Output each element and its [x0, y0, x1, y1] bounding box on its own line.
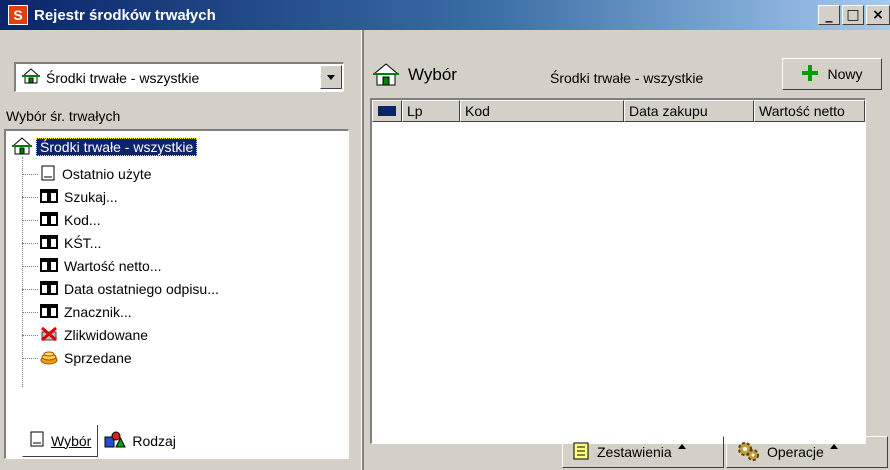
tree-item-label: Znacznik...	[64, 304, 132, 320]
home-icon	[372, 62, 400, 89]
zestawienia-label: Zestawienia	[597, 444, 672, 460]
binoculars-icon	[40, 211, 58, 229]
operacje-label: Operacje	[767, 444, 824, 460]
chevron-up-icon	[829, 443, 838, 449]
tree-line	[22, 265, 38, 267]
document-icon	[40, 165, 56, 184]
tree-root-label: Środki trwałe - wszystkie	[36, 138, 198, 156]
combo-value: Środki trwałe - wszystkie	[46, 69, 200, 86]
window-title: Rejestr środków trwałych	[34, 6, 216, 24]
tree-item-data-odpisu[interactable]: Data ostatniego odpisu...	[22, 278, 219, 300]
app-icon: S	[8, 5, 28, 25]
tab-label: Wybór	[51, 432, 92, 449]
tree-item-label: Sprzedane	[64, 350, 132, 366]
tree-line	[22, 196, 38, 198]
chevron-down-icon	[327, 74, 335, 80]
tree-line	[22, 173, 38, 175]
plus-icon	[801, 64, 819, 85]
category-combo[interactable]: Środki trwałe - wszystkie	[14, 62, 344, 92]
binoculars-icon	[40, 303, 58, 321]
binoculars-icon	[40, 280, 58, 298]
tree-line	[22, 219, 38, 221]
tree-line	[22, 311, 38, 313]
right-panel: Wybór Środki trwałe - wszystkie Nowy Lp …	[364, 30, 890, 470]
title-bar[interactable]: S Rejestr środków trwałych _ □ ×	[0, 0, 890, 30]
column-header-kod[interactable]: Kod	[460, 100, 624, 122]
tree-item-wartosc-netto[interactable]: Wartość netto...	[22, 255, 162, 277]
shapes-icon	[104, 431, 127, 452]
tree-item-kst[interactable]: KŚT...	[22, 232, 101, 254]
maximize-button[interactable]: □	[842, 5, 864, 25]
tree-label: Wybór śr. trwałych	[6, 108, 121, 124]
home-icon	[21, 68, 41, 87]
column-header-lp[interactable]: Lp	[402, 100, 460, 122]
tree-item-znacznik[interactable]: Znacznik...	[22, 301, 132, 323]
document-icon	[29, 431, 45, 450]
operacje-button[interactable]: Operacje	[726, 436, 888, 468]
tree-line	[22, 288, 38, 290]
selection-tree[interactable]: Środki trwałe - wszystkie Ostatnio użyte…	[4, 129, 349, 459]
tree-item-label: KŚT...	[64, 235, 102, 251]
row-selector-header[interactable]	[372, 100, 402, 122]
chevron-up-icon	[677, 443, 686, 449]
minimize-button[interactable]: _	[818, 5, 840, 25]
binoculars-icon	[40, 257, 58, 275]
home-icon	[11, 136, 33, 158]
tab-wybor[interactable]: Wybór	[22, 425, 99, 457]
close-button[interactable]: ×	[866, 5, 890, 25]
combo-dropdown-button[interactable]	[320, 65, 342, 89]
tree-line	[22, 242, 38, 244]
right-toolbar: Wybór Środki trwałe - wszystkie Nowy	[364, 56, 890, 94]
left-panel: Środki trwałe - wszystkie Wybór śr. trwa…	[0, 30, 361, 470]
filter-title: Środki trwałe - wszystkie	[550, 70, 704, 86]
tree-item-label: Szukaj...	[64, 189, 118, 205]
tree-item-ostatnio[interactable]: Ostatnio użyte	[22, 163, 152, 185]
wybor-label: Wybór	[408, 65, 457, 84]
binoculars-icon	[40, 234, 58, 252]
coins-icon	[40, 349, 58, 368]
red-x-icon	[40, 326, 58, 345]
column-header-data-zakupu[interactable]: Data zakupu	[624, 100, 754, 122]
wybor-button[interactable]: Wybór	[372, 60, 457, 90]
tree-item-label: Zlikwidowane	[64, 327, 149, 343]
column-header-wartosc-netto[interactable]: Wartość netto	[754, 100, 865, 122]
tree-item-label: Wartość netto...	[64, 258, 162, 274]
tab-label: Rodzaj	[132, 433, 176, 449]
selection-indicator	[378, 106, 396, 116]
right-footer: Zestawienia Operacje	[364, 436, 890, 470]
new-button-label: Nowy	[827, 66, 863, 82]
grid-header: Lp Kod Data zakupu Wartość netto	[372, 100, 865, 122]
tree-line	[22, 357, 38, 359]
tree-item-label: Kod...	[64, 212, 101, 228]
tree-item-kod[interactable]: Kod...	[22, 209, 101, 231]
tree-item-label: Ostatnio użyte	[62, 166, 152, 182]
tree-item-sprzedane[interactable]: Sprzedane	[22, 347, 132, 369]
tree-item-szukaj[interactable]: Szukaj...	[22, 186, 118, 208]
tree-root-item[interactable]: Środki trwałe - wszystkie	[11, 136, 198, 158]
tree-item-zlikwidowane[interactable]: Zlikwidowane	[22, 324, 148, 346]
gears-icon	[737, 441, 759, 464]
zestawienia-button[interactable]: Zestawienia	[562, 436, 724, 468]
assets-grid[interactable]: Lp Kod Data zakupu Wartość netto	[370, 98, 866, 444]
report-icon	[573, 442, 589, 463]
new-button[interactable]: Nowy	[782, 58, 882, 90]
left-tabs: Wybór Rodzaj	[22, 425, 182, 459]
main-window: S Rejestr środków trwałych _ □ × Środki …	[0, 0, 890, 470]
tree-item-label: Data ostatniego odpisu...	[64, 281, 219, 297]
binoculars-icon	[40, 188, 58, 206]
tree-line	[22, 334, 38, 336]
tab-rodzaj[interactable]: Rodzaj	[98, 425, 182, 457]
